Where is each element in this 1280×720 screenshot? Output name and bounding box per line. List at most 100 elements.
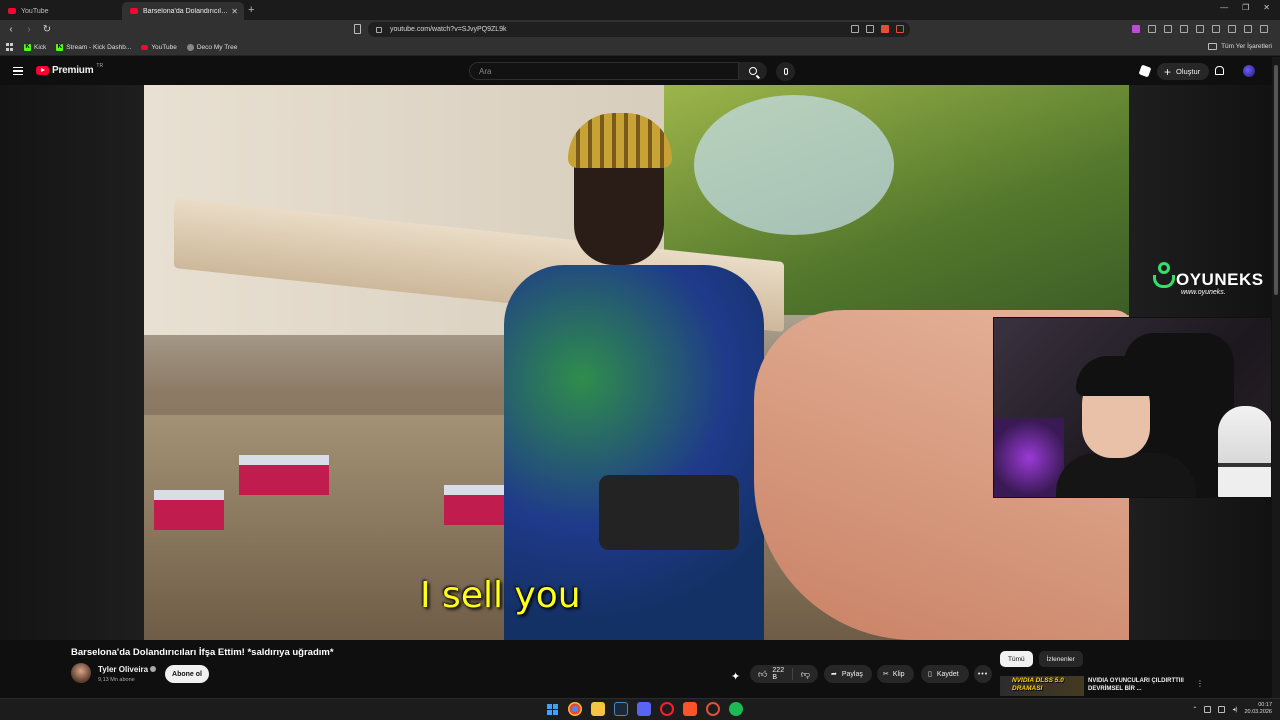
anime-figure	[1218, 406, 1271, 497]
more-options-icon[interactable]: ⋮	[1196, 679, 1204, 688]
channel-avatar[interactable]	[71, 663, 91, 683]
like-count: 222 B	[772, 667, 785, 681]
spotify-icon[interactable]	[729, 702, 743, 716]
bookmark-kick-dashboard[interactable]: K Stream - Kick Dashb...	[56, 43, 131, 51]
share-button[interactable]: ➦ Paylaş	[824, 665, 872, 683]
tab-youtube[interactable]: YouTube	[0, 2, 122, 20]
like-dislike-group: 👍︎ 222 B 👎︎	[750, 665, 818, 683]
scissors-icon: ✂	[883, 671, 889, 678]
app-icon[interactable]	[706, 702, 720, 716]
create-button[interactable]: + Oluştur	[1157, 63, 1210, 80]
kick-icon: K	[56, 43, 64, 51]
extension-icon[interactable]	[1164, 25, 1172, 33]
youtube-favicon-icon	[130, 8, 138, 14]
music-icon[interactable]	[1180, 25, 1188, 33]
brand-site: www.oyuneks.	[1181, 289, 1226, 296]
reload-button[interactable]: ↻	[40, 24, 54, 35]
chevron-up-icon[interactable]: ⌃	[1192, 706, 1197, 713]
clock-time: 00:17	[1258, 702, 1272, 708]
extension-icon[interactable]	[1132, 25, 1140, 33]
chip-watched[interactable]: İzlenenler	[1038, 651, 1083, 667]
page-scrollbar[interactable]	[1272, 57, 1280, 698]
cast-icon[interactable]	[1138, 64, 1152, 78]
youtube-favicon-icon	[8, 8, 16, 14]
scrollbar-thumb[interactable]	[1274, 65, 1278, 295]
volume-icon[interactable]: ◂)	[1232, 706, 1237, 713]
rewards-icon[interactable]	[896, 25, 904, 33]
restore-button[interactable]: ❐	[1242, 3, 1249, 12]
account-avatar[interactable]	[1243, 65, 1255, 77]
opera-icon[interactable]	[660, 702, 674, 716]
more-actions-button[interactable]: •••	[974, 665, 992, 683]
brand-name: OYUNEKS	[1176, 270, 1264, 289]
wallet-icon[interactable]	[1212, 25, 1220, 33]
start-button[interactable]	[545, 702, 559, 716]
youtube-premium-logo[interactable]: Premium TR	[36, 63, 103, 76]
logo-text: Premium	[52, 65, 94, 76]
apps-grid-icon[interactable]	[6, 43, 14, 51]
hamburger-menu-icon[interactable]	[13, 67, 23, 75]
channel-name[interactable]: Tyler Oliveira	[98, 665, 148, 674]
new-tab-button[interactable]: +	[248, 4, 254, 16]
share-arrow-icon: ➦	[831, 671, 837, 678]
kick-icon: K	[24, 43, 31, 51]
chip-all[interactable]: Tümü	[1000, 651, 1033, 667]
display-icon[interactable]	[1218, 705, 1226, 713]
back-button[interactable]: ‹	[4, 24, 18, 35]
rgb-light	[994, 418, 1064, 497]
search-input[interactable]: Ara	[469, 62, 739, 80]
extensions-row	[1132, 25, 1268, 33]
tab-label: YouTube	[21, 7, 49, 15]
bookmark-youtube[interactable]: YouTube	[141, 44, 177, 51]
chrome-icon[interactable]	[568, 702, 582, 716]
save-button[interactable]: ▯ Kaydet	[921, 665, 969, 683]
network-icon[interactable]	[1204, 705, 1212, 713]
minimize-button[interactable]: —	[1220, 3, 1228, 12]
vendor-hat	[568, 113, 672, 168]
window-controls: — ❐ ✕	[1220, 3, 1270, 12]
system-clock[interactable]: 00:17 20.03.2026	[1244, 702, 1272, 716]
vpn-icon[interactable]	[1244, 25, 1252, 33]
tab-close-icon[interactable]: ✕	[231, 7, 238, 16]
all-bookmarks-button[interactable]: Tüm Yer İşaretleri	[1208, 43, 1272, 50]
close-window-button[interactable]: ✕	[1263, 3, 1270, 12]
menu-icon[interactable]	[1260, 25, 1268, 33]
site-info-icon[interactable]	[376, 26, 382, 33]
file-explorer-icon[interactable]	[591, 702, 605, 716]
extension-icon[interactable]	[1148, 25, 1156, 33]
pip-icon[interactable]	[851, 25, 859, 33]
bookmark-deco-my-tree[interactable]: Deco My Tree	[186, 43, 237, 51]
subscribe-button[interactable]: Abone ol	[165, 665, 209, 683]
browser-nav-bar: ‹ › ↻ youtube.com/watch?v=SJvyPQ9ZL9k	[0, 20, 1280, 39]
ask-ai-icon[interactable]	[731, 669, 742, 680]
bookmark-page-icon[interactable]	[354, 24, 361, 34]
bookmarks-bar: K Kick K Stream - Kick Dashb... YouTube De…	[0, 39, 1280, 56]
notifications-bell-icon[interactable]	[1215, 66, 1224, 75]
address-bar[interactable]: youtube.com/watch?v=SJvyPQ9ZL9k	[368, 22, 910, 37]
extension-icon[interactable]	[1228, 25, 1236, 33]
brave-icon[interactable]	[683, 702, 697, 716]
channel-name-row[interactable]: Tyler Oliveira	[98, 665, 157, 674]
recommended-thumbnail[interactable]: NVIDIA DLSS 5.0 DRAMASI	[1000, 676, 1084, 696]
video-subtitle: I sell you	[420, 575, 581, 616]
bookmark-label: Kick	[34, 43, 47, 51]
like-button[interactable]: 👍︎ 222 B	[750, 667, 793, 681]
taskbar-apps	[545, 702, 743, 716]
sidebar-toggle-icon[interactable]	[1196, 25, 1204, 33]
bookmark-kick[interactable]: K Kick	[24, 43, 47, 51]
forward-button[interactable]: ›	[22, 24, 36, 35]
voice-search-button[interactable]	[776, 62, 795, 81]
shield-icon[interactable]	[881, 25, 889, 33]
recommended-title[interactable]: NVIDIA OYUNCULARI ÇILDIRTTIII DEVRİMSEL …	[1088, 677, 1188, 693]
recommended-video[interactable]: NVIDIA DLSS 5.0 DRAMASI NVIDIA OYUNCULAR…	[1000, 676, 1204, 696]
search-icon	[749, 67, 757, 75]
dislike-button[interactable]: 👎︎	[793, 669, 818, 679]
create-label: Oluştur	[1176, 67, 1201, 76]
video-player[interactable]: I sell you OYUNEKS www.oyuneks.	[0, 85, 1272, 640]
tab-video[interactable]: Barselona'da Dolandırıcıları İfşa Ettim!…	[122, 2, 244, 20]
share-page-icon[interactable]	[866, 25, 874, 33]
search-button[interactable]	[739, 62, 767, 80]
clip-button[interactable]: ✂ Klip	[877, 665, 914, 683]
steam-icon[interactable]	[614, 702, 628, 716]
discord-icon[interactable]	[637, 702, 651, 716]
